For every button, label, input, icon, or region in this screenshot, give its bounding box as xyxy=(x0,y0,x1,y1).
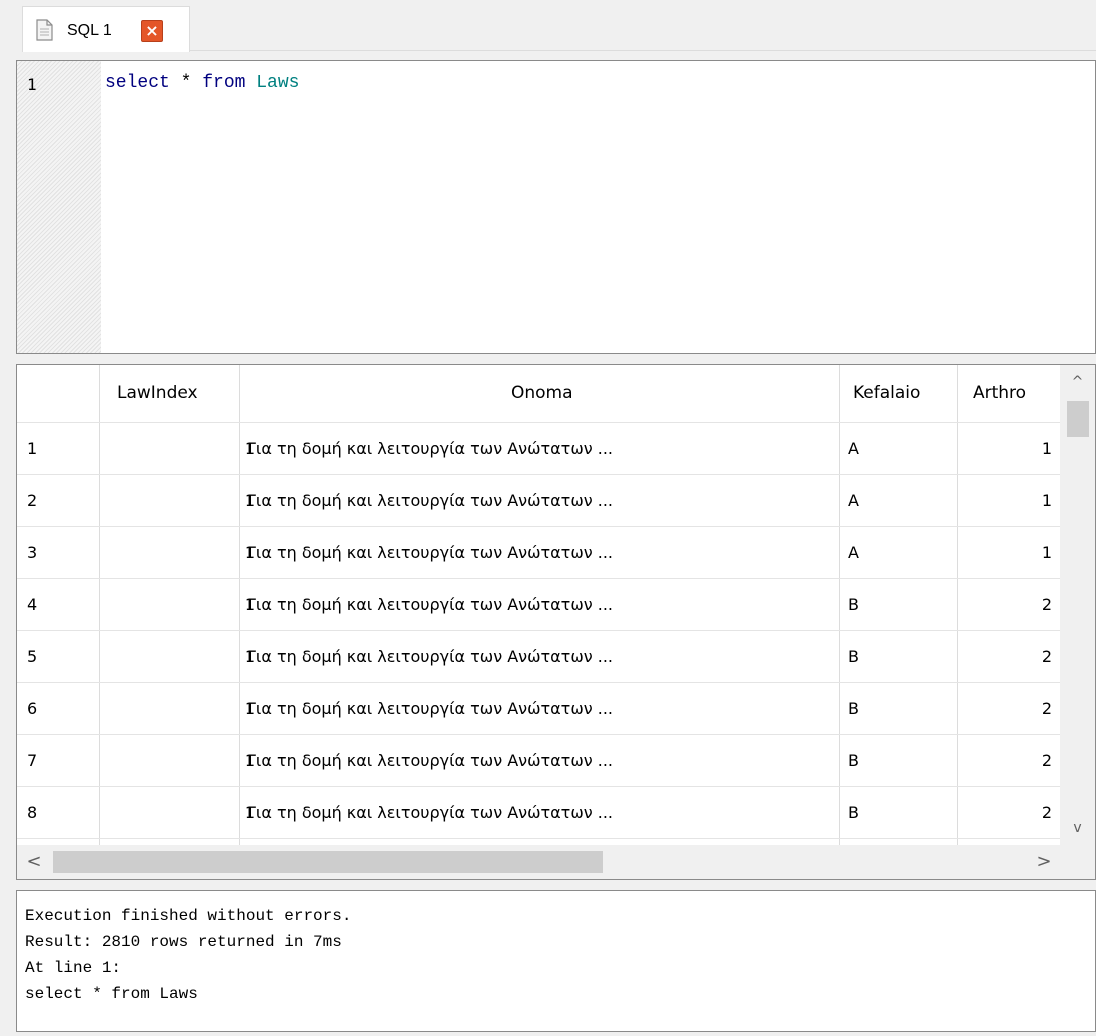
close-tab-icon[interactable]: × xyxy=(141,20,163,42)
column-header-kefalaio[interactable]: Kefalaio xyxy=(853,383,920,403)
line-number: 1 xyxy=(27,75,37,94)
column-header-lawindex[interactable]: LawIndex xyxy=(117,383,198,403)
cell-arthro[interactable]: 1 xyxy=(1042,543,1052,562)
horizontal-scroll-thumb[interactable] xyxy=(53,851,603,873)
cell-kefalaio[interactable]: B xyxy=(848,803,859,822)
cell-onoma[interactable]: Για τη δομή και λειτουργία των Ανώτατων … xyxy=(247,751,613,770)
table-row[interactable]: 4 1 Για τη δομή και λειτουργία των Ανώτατω… xyxy=(17,579,1060,631)
code-line[interactable]: select * from Laws xyxy=(105,73,299,93)
vertical-scroll-thumb[interactable] xyxy=(1067,401,1089,437)
message-line: At line 1: xyxy=(25,959,122,977)
table-row[interactable]: 2 1 Για τη δομή και λειτουργία των Ανώτατω… xyxy=(17,475,1060,527)
cell-onoma[interactable]: Για τη δομή και λειτουργία των Ανώτατων … xyxy=(247,543,613,562)
scroll-down-icon[interactable]: v xyxy=(1060,811,1095,845)
cell-arthro[interactable]: 2 xyxy=(1042,803,1052,822)
cell-onoma[interactable]: Για τη δομή και λειτουργία των Ανώτατων … xyxy=(247,595,613,614)
tab-bar: SQL 1 × xyxy=(0,0,1096,52)
cell-kefalaio[interactable]: A xyxy=(848,439,859,458)
column-header-arthro[interactable]: Arthro xyxy=(973,383,1026,403)
cell-arthro[interactable]: 1 xyxy=(1042,491,1052,510)
sql-editor[interactable]: 1 select * from Laws xyxy=(16,60,1096,354)
cell-arthro[interactable]: 2 xyxy=(1042,595,1052,614)
results-grid[interactable]: LawIndex Onoma Kefalaio Arthro 1 1 Για τη … xyxy=(16,364,1096,880)
row-number[interactable]: 2 xyxy=(27,491,37,510)
row-number[interactable]: 7 xyxy=(27,751,37,770)
row-number[interactable]: 4 xyxy=(27,595,37,614)
column-header-onoma[interactable]: Onoma xyxy=(511,383,573,403)
cell-kefalaio[interactable]: B xyxy=(848,595,859,614)
message-line: Result: 2810 rows returned in 7ms xyxy=(25,933,342,951)
vertical-scrollbar[interactable]: ^ v xyxy=(1060,365,1095,845)
document-icon xyxy=(36,19,53,41)
table-row[interactable]: 5 1 Για τη δομή και λειτουργία των Ανώτατω… xyxy=(17,631,1060,683)
row-number[interactable]: 1 xyxy=(27,439,37,458)
scroll-right-icon[interactable]: > xyxy=(1031,845,1057,879)
scroll-up-icon[interactable]: ^ xyxy=(1060,365,1095,399)
horizontal-scrollbar[interactable]: < > xyxy=(17,845,1095,879)
table-row[interactable]: 6 1 Για τη δομή και λειτουργία των Ανώτατω… xyxy=(17,683,1060,735)
cell-arthro[interactable]: 1 xyxy=(1042,439,1052,458)
results-grid-body: LawIndex Onoma Kefalaio Arthro 1 1 Για τη … xyxy=(17,365,1060,845)
table-identifier: Laws xyxy=(256,73,300,93)
tab-bar-divider xyxy=(190,50,1096,51)
message-line: Execution finished without errors. xyxy=(25,907,352,925)
cell-onoma[interactable]: Για τη δομή και λειτουργία των Ανώτατων … xyxy=(247,491,613,510)
grid-header-row: LawIndex Onoma Kefalaio Arthro xyxy=(17,365,1060,423)
keyword-from: from xyxy=(202,73,246,93)
cell-kefalaio[interactable]: B xyxy=(848,699,859,718)
table-row[interactable]: 1 1 Για τη δομή και λειτουργία των Ανώτατω… xyxy=(17,423,1060,475)
row-number[interactable]: 5 xyxy=(27,647,37,666)
line-number-gutter: 1 xyxy=(17,61,101,353)
scroll-left-icon[interactable]: < xyxy=(21,845,47,879)
table-row[interactable]: 3 1 Για τη δομή και λειτουργία των Ανώτατω… xyxy=(17,527,1060,579)
cell-kefalaio[interactable]: A xyxy=(848,491,859,510)
cell-arthro[interactable]: 2 xyxy=(1042,751,1052,770)
keyword-select: select xyxy=(105,73,170,93)
cell-arthro[interactable]: 2 xyxy=(1042,647,1052,666)
cell-kefalaio[interactable]: B xyxy=(848,751,859,770)
cell-onoma[interactable]: Για τη δομή και λειτουργία των Ανώτατων … xyxy=(247,647,613,666)
row-number[interactable]: 8 xyxy=(27,803,37,822)
message-pane: Execution finished without errors. Resul… xyxy=(16,890,1096,1032)
cell-onoma[interactable]: Για τη δομή και λειτουργία των Ανώτατων … xyxy=(247,803,613,822)
tab-label: SQL 1 xyxy=(67,22,112,39)
message-line: select * from Laws xyxy=(25,985,198,1003)
cell-arthro[interactable]: 2 xyxy=(1042,699,1052,718)
row-number[interactable]: 3 xyxy=(27,543,37,562)
cell-onoma[interactable]: Για τη δομή και λειτουργία των Ανώτατων … xyxy=(247,439,613,458)
cell-kefalaio[interactable]: B xyxy=(848,647,859,666)
operator-star: * xyxy=(169,73,203,93)
table-row[interactable]: 8 1 Για τη δομή και λειτουργία των Ανώτατω… xyxy=(17,787,1060,839)
row-number[interactable]: 6 xyxy=(27,699,37,718)
table-row[interactable]: 7 1 Για τη δομή και λειτουργία των Ανώτατω… xyxy=(17,735,1060,787)
cell-kefalaio[interactable]: A xyxy=(848,543,859,562)
tab-sql-1[interactable]: SQL 1 × xyxy=(22,6,190,52)
cell-onoma[interactable]: Για τη δομή και λειτουργία των Ανώτατων … xyxy=(247,699,613,718)
